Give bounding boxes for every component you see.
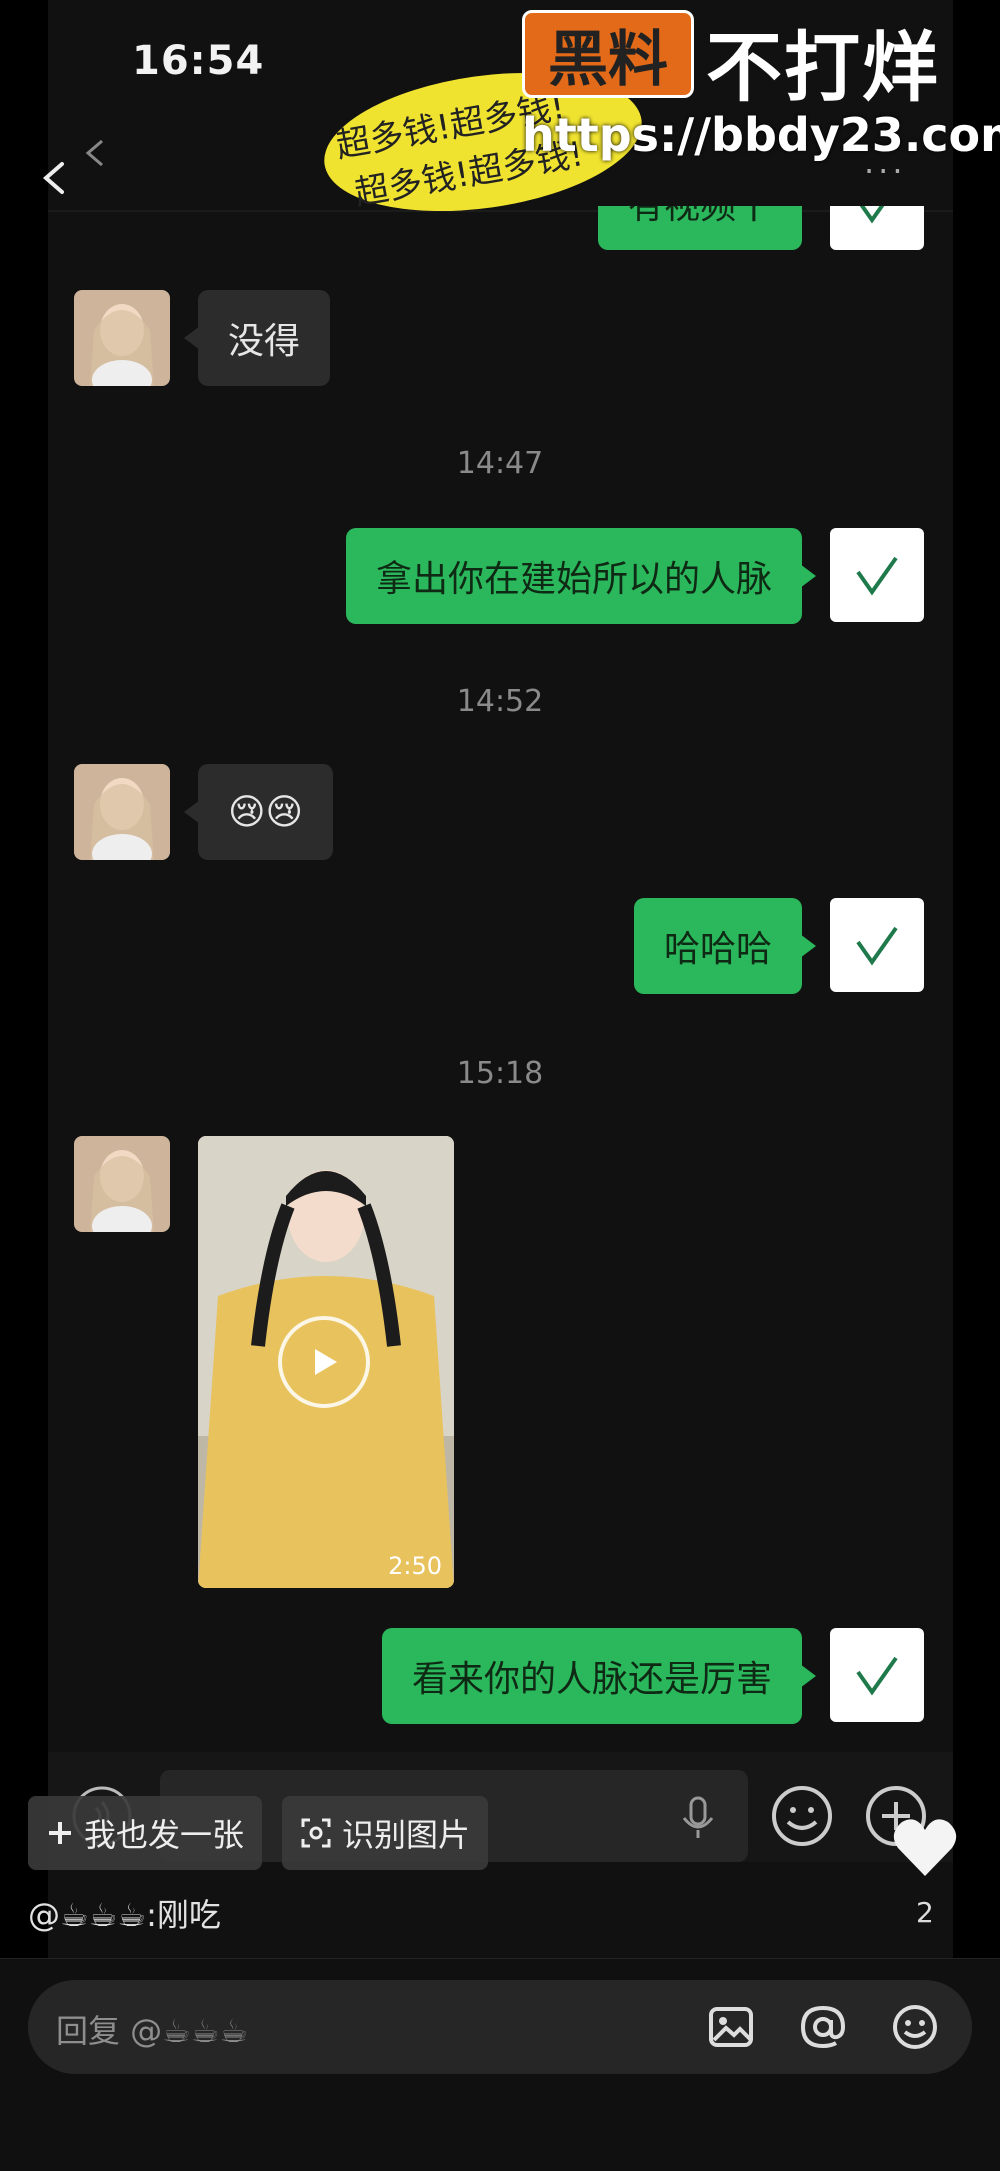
contact-avatar[interactable] (74, 1136, 170, 1232)
reply-placeholder: 回复 @☕☕☕ (56, 2012, 249, 2050)
timestamp: 14:47 (456, 446, 544, 481)
watermark-logo: 黑料 (522, 10, 694, 98)
plus-small-icon (49, 1822, 71, 1844)
watermark-url: https://bbdy23.com (522, 108, 1000, 162)
play-icon (315, 1349, 337, 1375)
heart-icon[interactable] (890, 1816, 960, 1880)
recognize-image-button[interactable]: 识别图片 (282, 1796, 489, 1870)
like-count: 2 (916, 1896, 934, 1929)
status-time: 16:54 (132, 38, 265, 84)
at-icon[interactable] (798, 2002, 848, 2052)
mic-icon[interactable] (678, 1796, 718, 1840)
message-bubble-out[interactable]: 看来你的人脉还是厉害 (381, 1628, 817, 1724)
watermark-title: 不打烊 (706, 23, 940, 112)
video-duration: 2:50 (388, 1552, 442, 1580)
comment-text: :刚吃 (146, 1896, 221, 1934)
message-bubble-out[interactable]: 拿出你在建始所以的人脉 (345, 528, 817, 624)
video-message[interactable]: 2:50 (198, 1136, 454, 1588)
timestamp: 15:18 (456, 1056, 544, 1091)
comment-author[interactable]: ☕☕☕ (60, 1896, 146, 1934)
comment-mention-prefix: @ (28, 1896, 60, 1934)
play-button[interactable] (278, 1316, 370, 1408)
scan-icon (301, 1818, 331, 1848)
check-icon (856, 926, 898, 966)
contact-avatar[interactable] (74, 290, 170, 386)
self-avatar[interactable] (830, 528, 924, 622)
emoji-icon[interactable] (770, 1784, 834, 1848)
back-icon-ghost (85, 139, 103, 167)
check-icon (856, 1656, 898, 1696)
timestamp: 14:52 (456, 684, 544, 719)
self-avatar[interactable] (830, 898, 924, 992)
self-avatar[interactable] (830, 1628, 924, 1722)
comment-line: @☕☕☕:刚吃 (28, 1890, 221, 1936)
send-too-button[interactable]: 我也发一张 (28, 1796, 263, 1870)
message-bubble-out[interactable]: 哈哈哈 (633, 898, 817, 994)
back-icon[interactable] (36, 160, 72, 196)
image-icon[interactable] (706, 2002, 756, 2052)
message-bubble-in[interactable]: 😢😢 (183, 764, 334, 860)
message-bubble-in[interactable]: 没得 (183, 290, 331, 386)
check-icon (856, 556, 898, 596)
contact-avatar[interactable] (74, 764, 170, 860)
smiley-icon[interactable] (890, 2002, 940, 2052)
